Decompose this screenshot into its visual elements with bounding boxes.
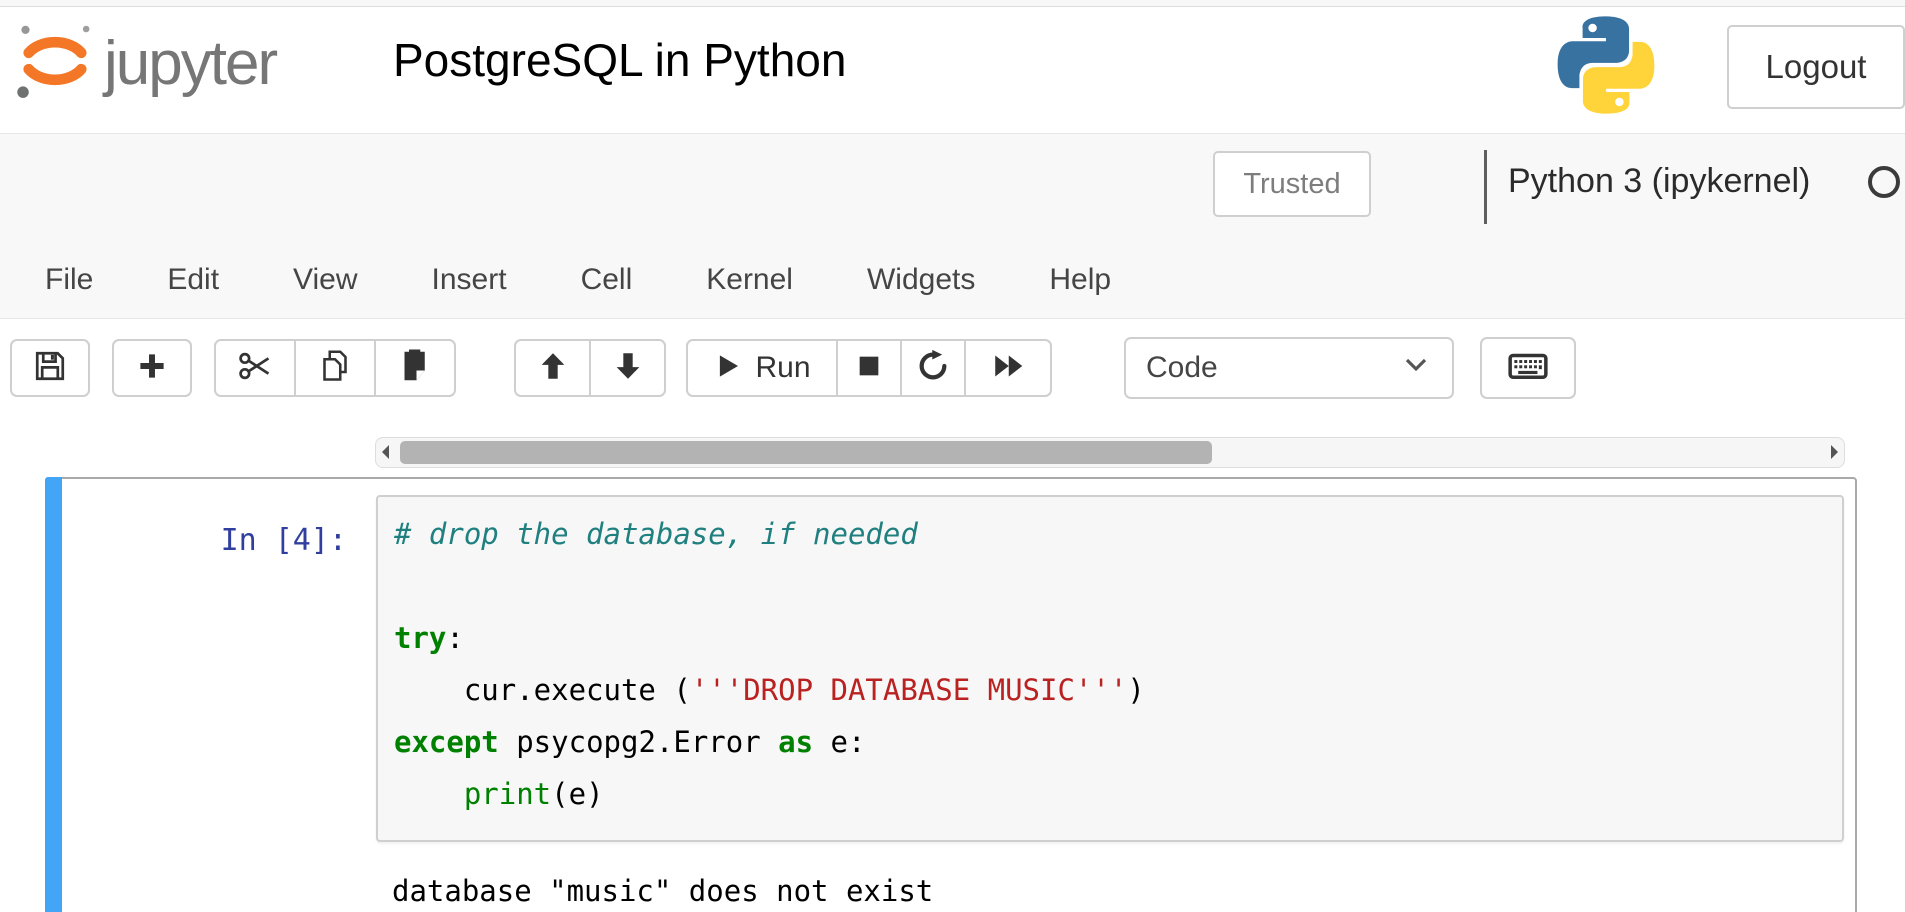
chevron-down-icon — [1398, 346, 1434, 390]
code-line: print(e) — [394, 768, 1842, 820]
move-cell-up-button[interactable] — [514, 339, 591, 397]
jupyter-notebook-app: jupyter PostgreSQL in Python Logout Trus… — [0, 0, 1905, 912]
move-up-icon — [536, 349, 570, 388]
code-line — [394, 560, 1842, 612]
horizontal-scrollbar[interactable] — [375, 437, 1845, 468]
menu-widgets[interactable]: Widgets — [830, 258, 1012, 302]
menu-help[interactable]: Help — [1012, 258, 1148, 302]
add-cell-icon — [135, 349, 169, 388]
input-prompt: In [4]: — [147, 523, 347, 558]
paste-icon — [397, 348, 433, 389]
restart-kernel-icon — [916, 349, 950, 388]
h-scrollbar-thumb[interactable] — [400, 441, 1212, 464]
copy-icon — [317, 348, 353, 389]
move-down-icon — [611, 349, 645, 388]
move-group — [514, 339, 666, 397]
save-button[interactable] — [10, 339, 90, 397]
move-cell-down-button[interactable] — [589, 339, 666, 397]
cut-icon — [236, 347, 274, 390]
code-cell[interactable]: In [4]: # drop the database, if needed t… — [45, 477, 1857, 912]
restart-run-all-button[interactable] — [964, 339, 1052, 397]
insert-group — [112, 339, 192, 397]
palette-group — [1480, 339, 1576, 399]
stop-icon — [853, 350, 885, 387]
menu-insert[interactable]: Insert — [395, 258, 544, 302]
navbar: Trusted Python 3 (ipykernel) File Edit V… — [0, 133, 1905, 319]
notebook-title[interactable]: PostgreSQL in Python — [393, 33, 846, 87]
kernel-separator — [1484, 150, 1487, 224]
kernel-name: Python 3 (ipykernel) — [1508, 162, 1810, 201]
restart-run-all-icon — [990, 348, 1026, 389]
paste-button[interactable] — [374, 339, 456, 397]
cell-type-value: Code — [1146, 351, 1218, 385]
jupyter-logo-text: jupyter — [104, 28, 276, 99]
restart-kernel-button[interactable] — [900, 339, 966, 397]
add-cell-button[interactable] — [112, 339, 192, 397]
scroll-left-icon[interactable] — [382, 445, 389, 459]
code-editor[interactable]: # drop the database, if needed try: cur.… — [376, 495, 1844, 842]
trusted-badge[interactable]: Trusted — [1213, 151, 1371, 217]
code-line: try: — [394, 612, 1842, 664]
menu-cell[interactable]: Cell — [544, 258, 670, 302]
cut-button[interactable] — [214, 339, 296, 397]
menu-kernel[interactable]: Kernel — [669, 258, 830, 302]
cell-type-dropdown[interactable]: Code — [1124, 337, 1454, 399]
menu-view[interactable]: View — [256, 258, 394, 302]
code-line: except psycopg2.Error as e: — [394, 716, 1842, 768]
run-button-label: Run — [755, 351, 810, 385]
python-logo-icon — [1556, 15, 1656, 120]
logout-button[interactable]: Logout — [1727, 25, 1905, 109]
interrupt-kernel-button[interactable] — [836, 339, 902, 397]
menubar: File Edit View Insert Cell Kernel Widget… — [8, 258, 1148, 302]
code-line: # drop the database, if needed — [394, 508, 1842, 560]
run-group: Run — [686, 339, 1052, 397]
keyboard-icon — [1507, 345, 1549, 392]
save-icon — [32, 348, 68, 389]
kernel-idle-icon — [1868, 166, 1900, 198]
menu-edit[interactable]: Edit — [130, 258, 256, 302]
page-top-strip — [0, 0, 1905, 7]
cell-output-text: database "music" does not exist — [392, 869, 933, 912]
scroll-right-icon[interactable] — [1831, 445, 1838, 459]
selected-cell-indicator — [45, 477, 62, 912]
toolbar: Run — [0, 319, 1905, 432]
menu-file[interactable]: File — [8, 258, 130, 302]
copy-button[interactable] — [294, 339, 376, 397]
run-button[interactable]: Run — [686, 339, 838, 397]
jupyter-orbit-icon — [14, 17, 96, 110]
command-palette-button[interactable] — [1480, 337, 1576, 399]
jupyter-logo[interactable]: jupyter — [14, 17, 276, 110]
header: jupyter PostgreSQL in Python Logout — [0, 7, 1905, 133]
clipboard-group — [214, 339, 456, 397]
code-line: cur.execute ('''DROP DATABASE MUSIC''') — [394, 664, 1842, 716]
save-group — [10, 339, 90, 397]
run-icon — [713, 351, 743, 386]
